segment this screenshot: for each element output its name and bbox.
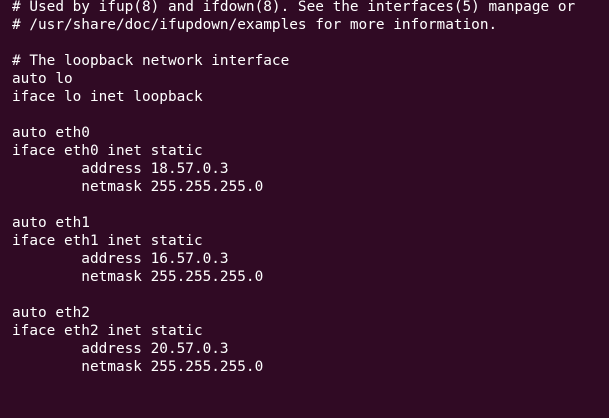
terminal-window[interactable]: # Used by ifup(8) and ifdown(8). See the… bbox=[0, 0, 609, 418]
config-line: netmask 255.255.255.0 bbox=[12, 269, 264, 285]
config-line: iface eth1 inet static bbox=[12, 233, 203, 249]
config-line: auto lo bbox=[12, 71, 73, 87]
config-line: netmask 255.255.255.0 bbox=[12, 179, 264, 195]
config-line: address 20.57.0.3 bbox=[12, 341, 229, 357]
config-line: auto eth2 bbox=[12, 305, 90, 321]
config-line: auto eth1 bbox=[12, 215, 90, 231]
config-line: iface eth2 inet static bbox=[12, 323, 203, 339]
config-line: address 18.57.0.3 bbox=[12, 161, 229, 177]
comment-line: # /usr/share/doc/ifupdown/examples for m… bbox=[12, 17, 498, 33]
config-line: iface eth0 inet static bbox=[12, 143, 203, 159]
config-line: netmask 255.255.255.0 bbox=[12, 359, 264, 375]
config-line: iface lo inet loopback bbox=[12, 89, 203, 105]
comment-line: # Used by ifup(8) and ifdown(8). See the… bbox=[12, 0, 576, 15]
config-line: address 16.57.0.3 bbox=[12, 251, 229, 267]
config-line: auto eth0 bbox=[12, 125, 90, 141]
comment-line: # The loopback network interface bbox=[12, 53, 290, 69]
